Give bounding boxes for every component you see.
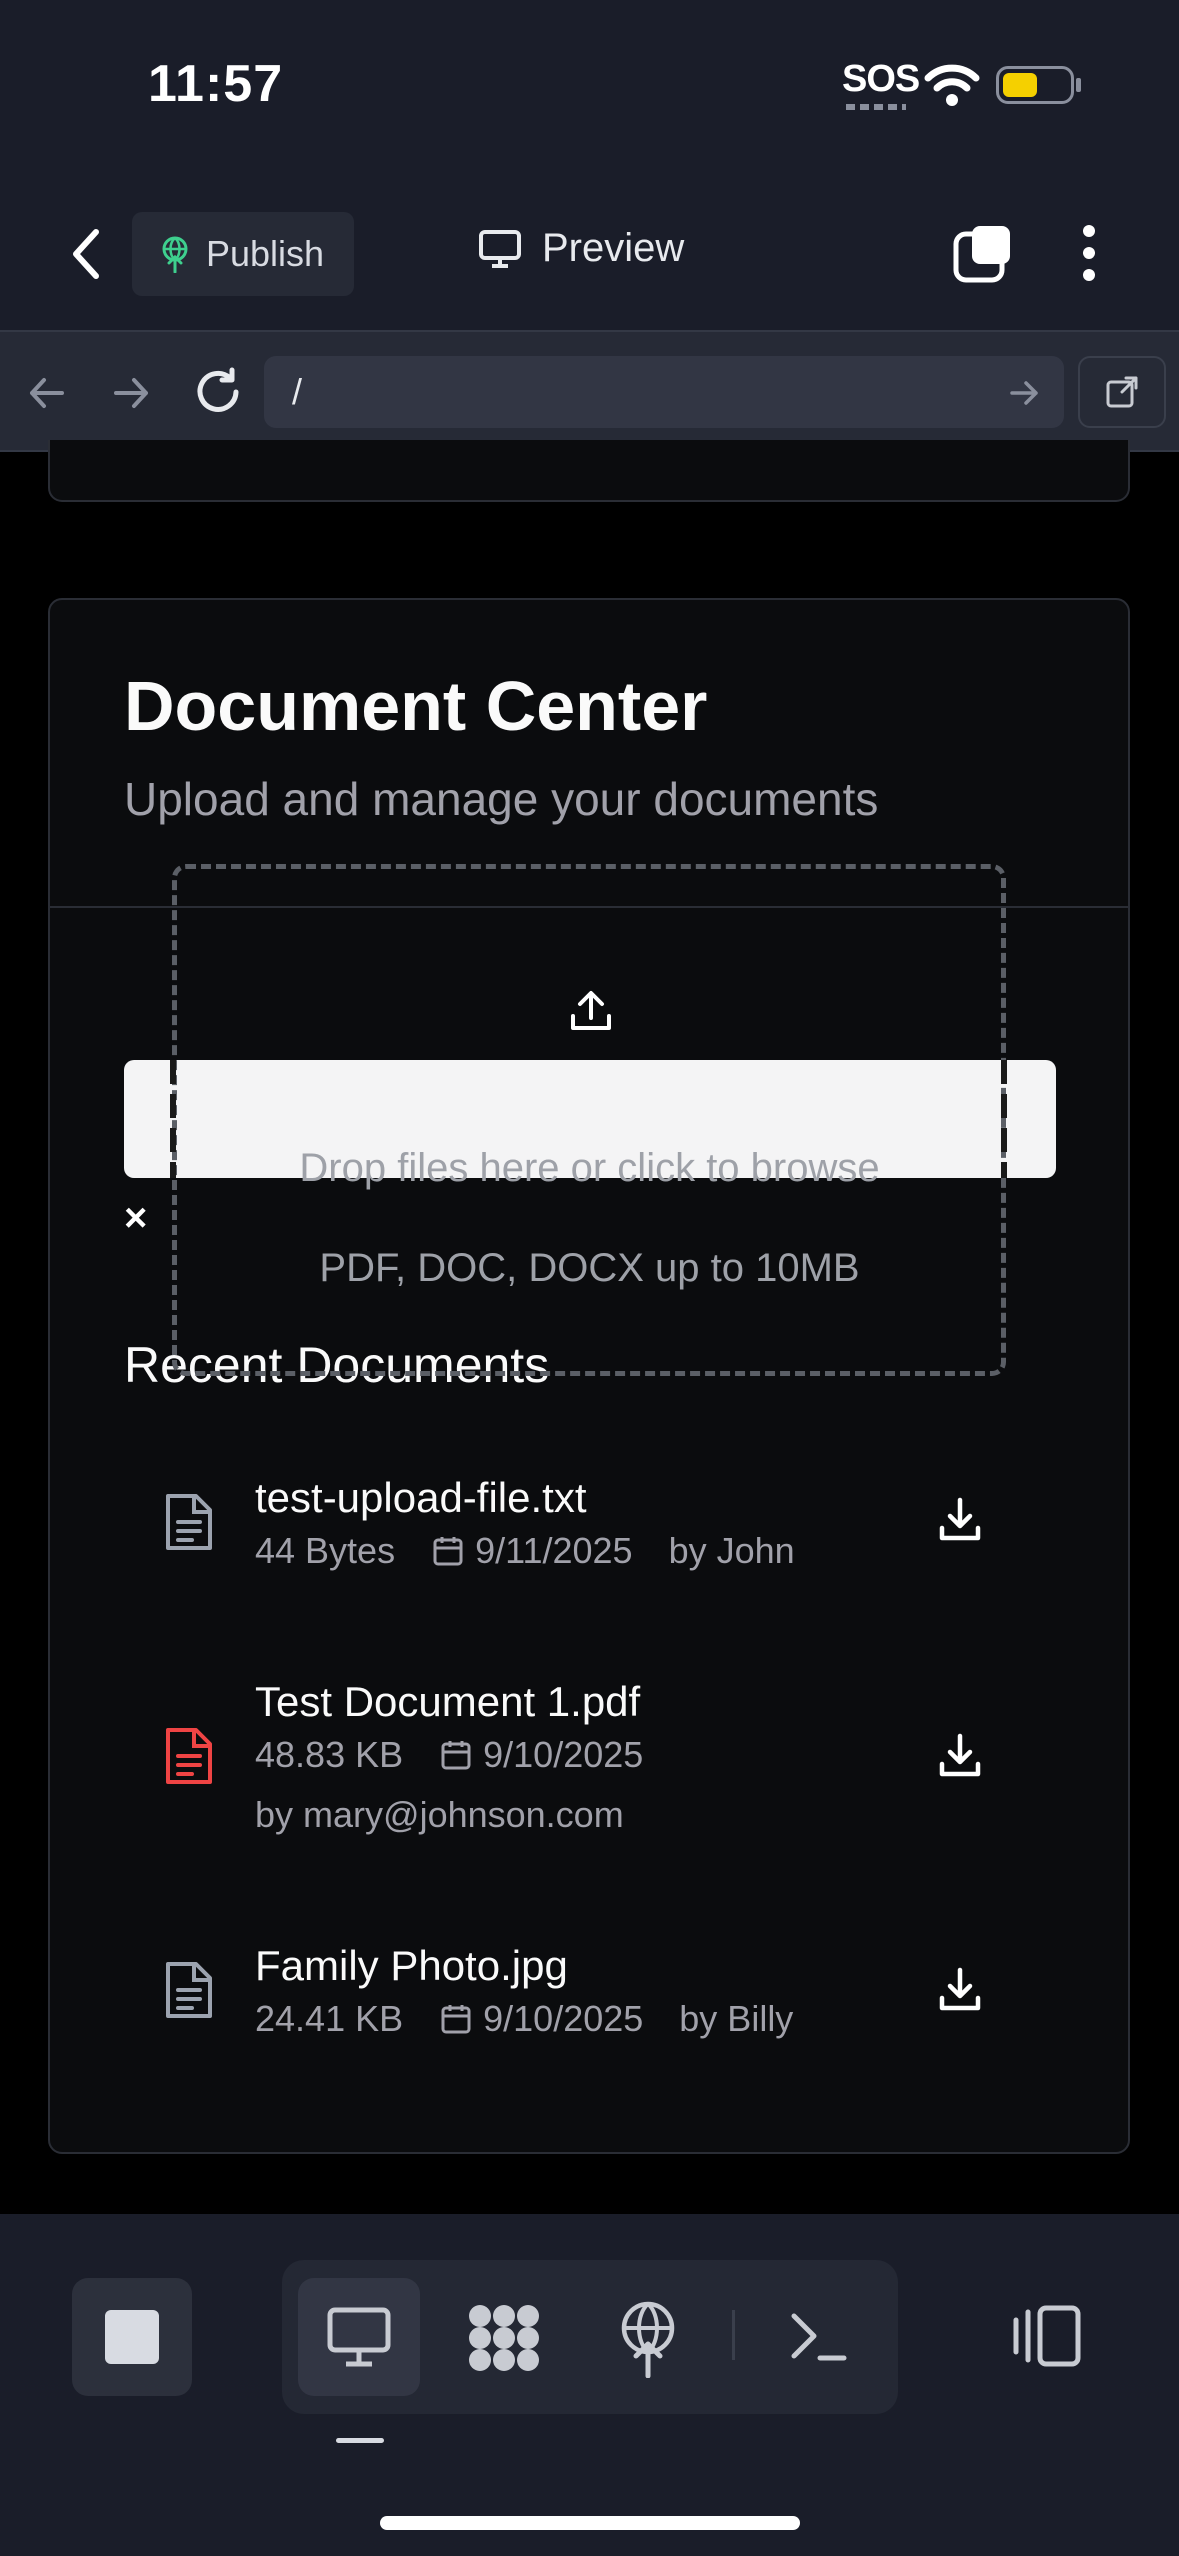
chevron-left-icon[interactable] [66, 226, 106, 282]
arrow-right-icon[interactable] [110, 372, 152, 414]
file-icon [160, 1490, 218, 1554]
document-author: by Billy [679, 1998, 794, 2039]
publish-icon[interactable] [614, 2298, 682, 2378]
tab-separator [732, 2310, 735, 2360]
previous-card [48, 440, 1130, 502]
document-size: 48.83 KB [255, 1734, 404, 1775]
calendar-icon [439, 1738, 473, 1772]
document-name[interactable]: test-upload-file.txt [255, 1474, 587, 1522]
calendar-icon [439, 2002, 473, 2036]
document-size: 44 Bytes [255, 1530, 396, 1571]
dropzone-edge [1001, 1060, 1007, 1178]
stop-button[interactable] [72, 2278, 192, 2396]
page-title: Document Center [124, 667, 708, 745]
external-link-icon [1104, 374, 1140, 410]
status-sos: SOS [842, 58, 920, 100]
battery-cap [1076, 78, 1081, 92]
preview-button[interactable]: Preview [478, 226, 684, 271]
document-author: by John [668, 1530, 795, 1571]
document-meta: 24.41 KB 9/10/2025 by Billy [255, 1998, 793, 2040]
split-view-icon[interactable] [1010, 2304, 1082, 2368]
publish-icon [158, 235, 192, 273]
go-icon[interactable] [1008, 376, 1042, 410]
external-link-button[interactable] [1078, 356, 1166, 428]
close-icon[interactable]: × [124, 1196, 147, 1241]
document-name[interactable]: Test Document 1.pdf [255, 1678, 640, 1726]
calendar-icon [431, 1534, 465, 1568]
publish-button[interactable]: Publish [132, 212, 354, 296]
download-icon[interactable] [932, 1728, 988, 1784]
document-meta: 44 Bytes 9/11/2025 by John [255, 1530, 795, 1572]
tabs-icon[interactable] [952, 222, 1014, 284]
download-icon[interactable] [932, 1962, 988, 2018]
document-name[interactable]: Family Photo.jpg [255, 1942, 568, 1990]
battery-icon [996, 66, 1074, 104]
stop-icon [105, 2310, 159, 2364]
more-vertical-icon[interactable] [1080, 222, 1098, 284]
reload-icon[interactable] [192, 366, 244, 418]
file-icon [160, 1958, 218, 2022]
document-meta: 48.83 KB 9/10/2025 [255, 1734, 643, 1776]
page-subtitle: Upload and manage your documents [124, 773, 879, 825]
file-dropzone[interactable] [172, 864, 1006, 1376]
document-date: 9/10/2025 [483, 1734, 644, 1775]
home-indicator [380, 2516, 800, 2530]
wifi-icon [924, 62, 980, 108]
active-tab-indicator [336, 2438, 384, 2443]
document-author: by mary@johnson.com [255, 1794, 624, 1835]
arrow-left-icon[interactable] [26, 372, 68, 414]
url-input[interactable]: / [264, 356, 1064, 428]
status-time: 11:57 [148, 55, 284, 113]
download-icon[interactable] [932, 1492, 988, 1548]
desktop-icon[interactable] [326, 2306, 392, 2368]
terminal-icon[interactable] [788, 2308, 848, 2364]
publish-label: Publish [206, 233, 325, 274]
signal-dots [846, 104, 906, 110]
apps-icon[interactable] [466, 2302, 542, 2374]
document-date: 9/11/2025 [475, 1530, 633, 1571]
dropzone-edge [170, 1060, 176, 1178]
preview-label: Preview [542, 226, 685, 270]
pdf-file-icon [160, 1724, 218, 1788]
document-date: 9/10/2025 [483, 1998, 644, 2039]
document-size: 24.41 KB [255, 1998, 404, 2039]
desktop-icon [478, 229, 522, 269]
